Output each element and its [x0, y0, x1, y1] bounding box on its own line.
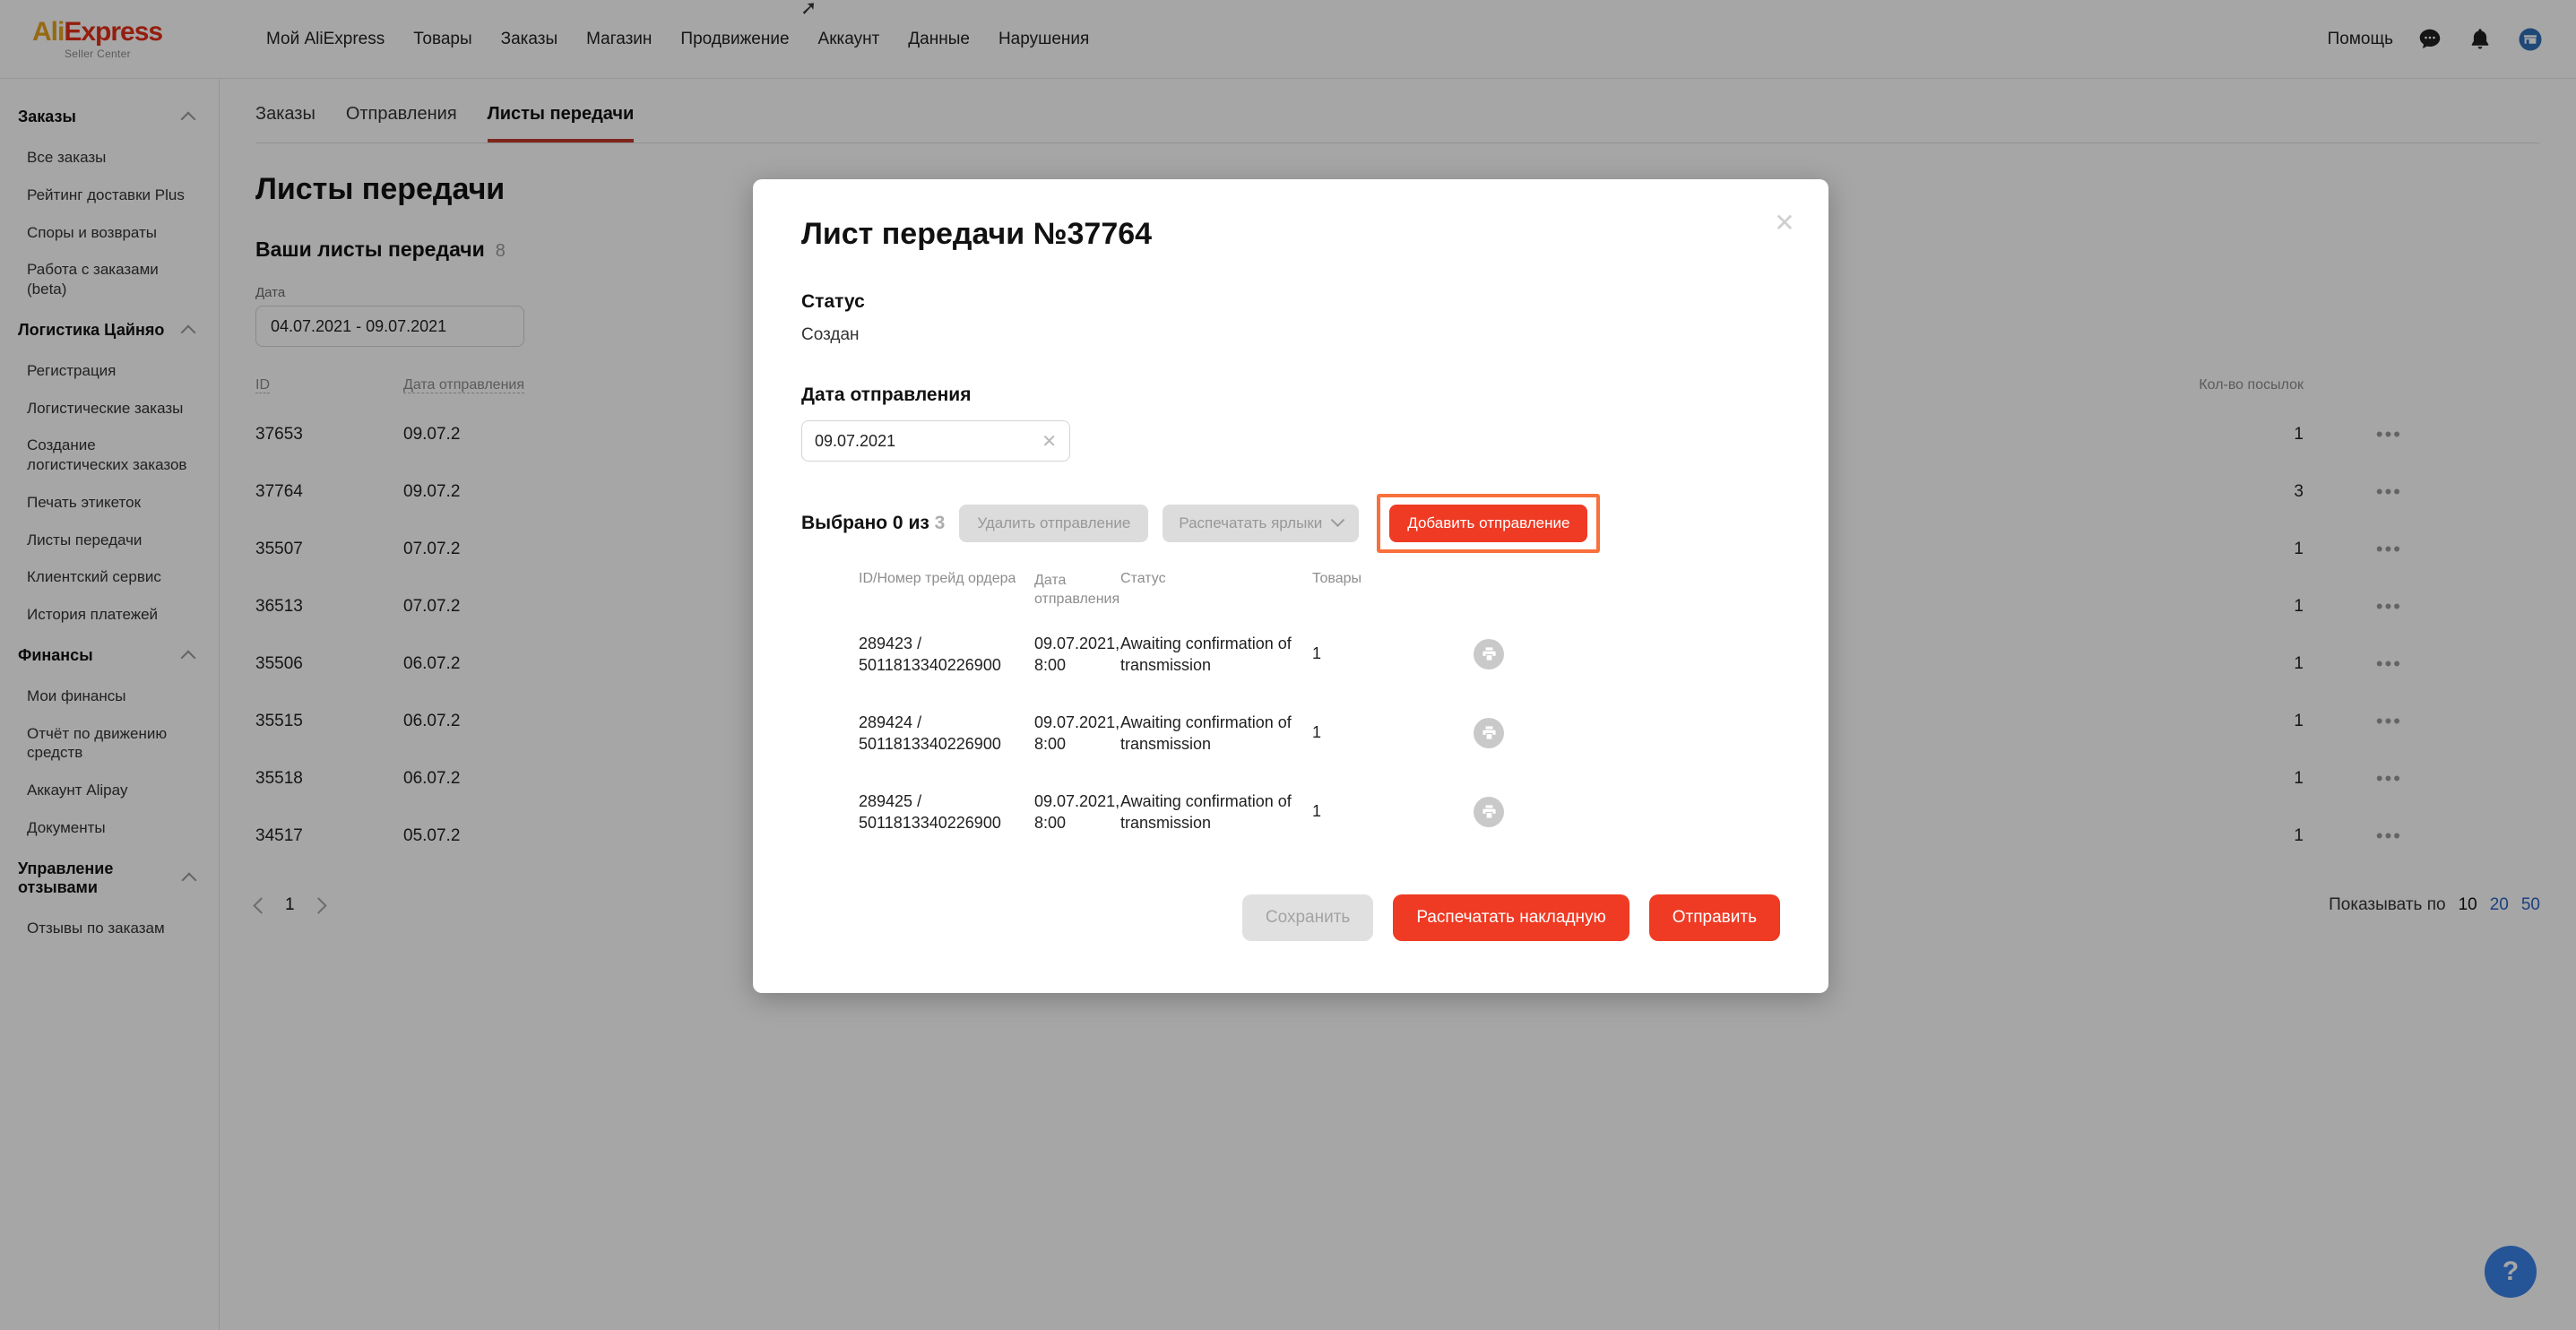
- shipment-print-cell: [1474, 717, 1545, 748]
- selected-total: 3: [934, 513, 946, 533]
- shipment-date: 09.07.2021, 8:00: [1034, 712, 1120, 755]
- print-labels-label: Распечатать ярлыки: [1179, 514, 1323, 531]
- shipment-id-line1: 289425 /: [859, 791, 922, 810]
- printer-icon[interactable]: [1474, 638, 1504, 669]
- shipment-id-line2: 5011813340226900: [859, 655, 1001, 674]
- column-header-trade-order: ID/Номер трейд ордера: [859, 571, 1016, 586]
- shipment-goods-count: 1: [1312, 723, 1322, 742]
- shipment-status: Awaiting confirmation of transmission: [1120, 633, 1312, 676]
- shipment-id-line1: 289423 /: [859, 634, 922, 652]
- shipment-id-line1: 289424 /: [859, 712, 922, 731]
- chevron-down-icon: [1330, 512, 1345, 527]
- shipment-status-line1: Awaiting confirmation of: [1120, 712, 1292, 731]
- column-header-ship-date: Дата отправления: [1034, 573, 1120, 608]
- selected-count: Выбрано 0 из 3: [801, 513, 945, 534]
- add-shipment-button[interactable]: Добавить отправление: [1389, 505, 1588, 542]
- shipment-goods-count: 1: [1312, 802, 1322, 821]
- status-value: Создан: [801, 325, 860, 344]
- mouse-cursor: ➚: [800, 0, 817, 19]
- ship-date-input[interactable]: 09.07.2021 ✕: [801, 420, 1070, 462]
- close-icon[interactable]: ✕: [1771, 210, 1798, 237]
- shipment-status-line1: Awaiting confirmation of: [1120, 634, 1292, 652]
- shipment-date: 09.07.2021, 8:00: [1034, 633, 1120, 676]
- printer-icon[interactable]: [1474, 717, 1504, 748]
- shipment-status-line2: transmission: [1120, 734, 1212, 753]
- add-shipment-highlight: Добавить отправление: [1377, 494, 1601, 553]
- selected-count-text: Выбрано 0 из: [801, 513, 929, 533]
- shipment-date-line2: 8:00: [1034, 655, 1067, 674]
- shipment-id: 289423 / 5011813340226900: [859, 633, 1034, 676]
- shipment-date-line1: 09.07.2021,: [1034, 634, 1120, 652]
- print-invoice-button[interactable]: Распечатать накладную: [1393, 894, 1629, 941]
- shipment-date: 09.07.2021, 8:00: [1034, 790, 1120, 833]
- send-button[interactable]: Отправить: [1648, 894, 1780, 941]
- ship-date-label: Дата отправления: [801, 384, 972, 405]
- shipment-row[interactable]: 289423 / 5011813340226900 09.07.2021, 8:…: [801, 615, 1780, 694]
- shipment-goods-count: 1: [1312, 644, 1322, 663]
- shipment-row[interactable]: 289424 / 5011813340226900 09.07.2021, 8:…: [801, 694, 1780, 773]
- shipments-table: ID/Номер трейд ордера Дата отправления С…: [801, 571, 1780, 851]
- shipment-status-line1: Awaiting confirmation of: [1120, 791, 1292, 810]
- column-header-print: [1474, 571, 1545, 609]
- shipment-id: 289425 / 5011813340226900: [859, 790, 1034, 833]
- ship-date-value: 09.07.2021: [815, 431, 896, 450]
- shipment-print-cell: [1474, 638, 1545, 669]
- shipment-date-line2: 8:00: [1034, 734, 1067, 753]
- print-labels-dropdown-button[interactable]: Распечатать ярлыки: [1163, 505, 1360, 542]
- shipment-status: Awaiting confirmation of transmission: [1120, 790, 1312, 833]
- column-header-status: Статус: [1120, 571, 1166, 586]
- shipment-print-cell: [1474, 796, 1545, 827]
- modal-footer: Сохранить Распечатать накладную Отправит…: [801, 894, 1780, 941]
- select-all-checkbox-cell: [801, 571, 859, 609]
- modal-toolbar: Выбрано 0 из 3 Удалить отправление Распе…: [801, 494, 1780, 553]
- shipment-row[interactable]: 289425 / 5011813340226900 09.07.2021, 8:…: [801, 773, 1780, 851]
- shipment-id-line2: 5011813340226900: [859, 813, 1001, 832]
- shipments-table-header: ID/Номер трейд ордера Дата отправления С…: [801, 571, 1780, 615]
- shipment-date-line1: 09.07.2021,: [1034, 712, 1120, 731]
- page-root: AliExpress Seller Center Мой AliExpress …: [0, 0, 2576, 1330]
- column-header-goods: Товары: [1312, 571, 1362, 586]
- modal-title: Лист передачи №37764: [801, 217, 1153, 251]
- clear-icon[interactable]: ✕: [1042, 430, 1057, 453]
- shipment-date-line2: 8:00: [1034, 813, 1067, 832]
- shipment-status: Awaiting confirmation of transmission: [1120, 712, 1312, 755]
- shipment-date-line1: 09.07.2021,: [1034, 791, 1120, 810]
- shipment-id: 289424 / 5011813340226900: [859, 712, 1034, 755]
- status-label: Статус: [801, 291, 865, 312]
- shipment-id-line2: 5011813340226900: [859, 734, 1001, 753]
- printer-icon[interactable]: [1474, 796, 1504, 827]
- save-button[interactable]: Сохранить: [1241, 894, 1374, 941]
- transfer-sheet-modal: ✕ Лист передачи №37764 Статус Создан Дат…: [753, 179, 1828, 993]
- delete-shipment-button[interactable]: Удалить отправление: [959, 505, 1149, 542]
- shipment-status-line2: transmission: [1120, 655, 1212, 674]
- shipment-status-line2: transmission: [1120, 813, 1212, 832]
